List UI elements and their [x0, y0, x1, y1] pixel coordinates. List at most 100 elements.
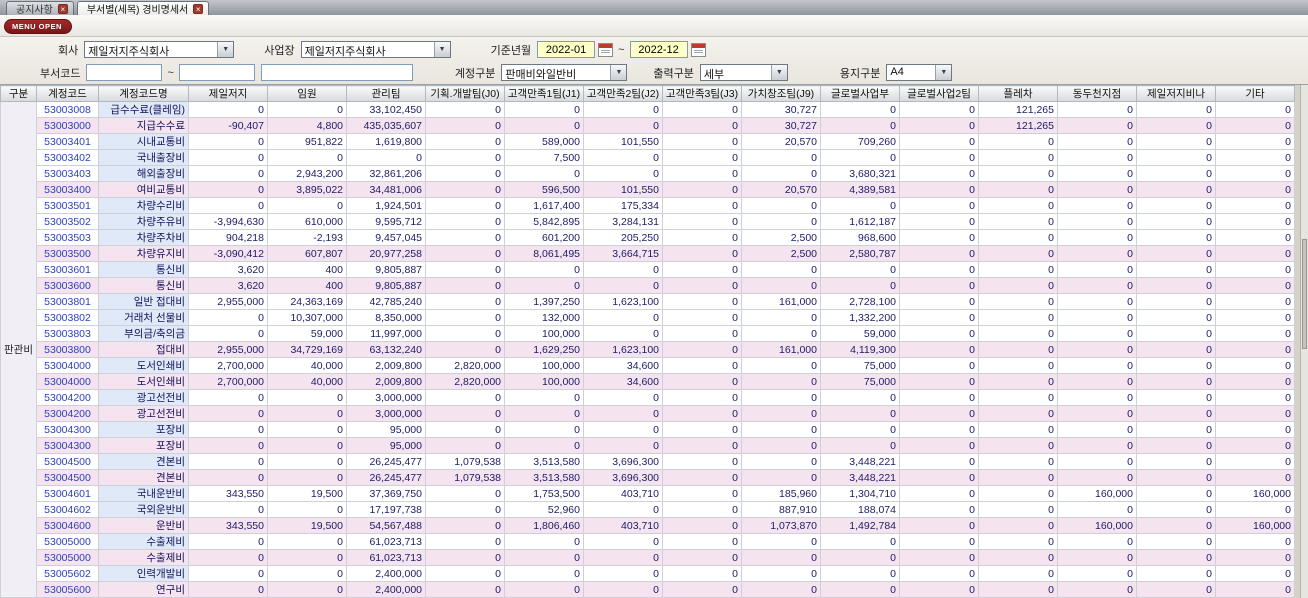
table-row[interactable]: 53003503 차량주차비 904,218 -2,193 9,457,045 0 601,…	[0, 229, 1295, 246]
cell-account-code: 53004500	[36, 453, 99, 470]
table-row[interactable]: 53005602 인력개발비 0 0 2,400,000 0 0 0 0 0 0 0 0 0 0 0	[0, 565, 1295, 582]
column-header[interactable]: 글로벌사업2팀	[899, 85, 979, 102]
column-header[interactable]: 임원	[267, 85, 347, 102]
table-row[interactable]: 53005000 수출제비 0 0 61,023,713 0 0 0 0 0 0 0 0 0 0 0	[0, 533, 1295, 550]
cell-amount: 0	[741, 213, 821, 230]
account-type-select[interactable]: 판매비와일반비 ▼	[501, 64, 628, 81]
table-row[interactable]: 판관비 53003008 급수수료(클레임) 0 0 33,102,450 0 0 0 0 30,7…	[0, 101, 1295, 598]
column-header[interactable]: 기타	[1215, 85, 1295, 102]
table-row[interactable]: 53005600 연구비 0 0 2,400,000 0 0 0 0 0 0 0 0 0 0 0	[0, 581, 1295, 598]
cell-amount: 0	[978, 341, 1058, 358]
column-header[interactable]: 제일저지	[188, 85, 268, 102]
table-row[interactable]: 53004300 포장비 0 0 95,000 0 0 0 0 0 0 0 0 0 0 0	[0, 437, 1295, 454]
tab-expense-report[interactable]: 부서별(세목) 경비명세서 ×	[76, 1, 210, 16]
table-row[interactable]: 53003402 국내출장비 0 0 0 0 7,500 0 0 0 0 0 0 0 0 0	[0, 149, 1295, 166]
cell-amount: 0	[425, 181, 505, 198]
cell-account-name: 도서인쇄비	[98, 357, 189, 374]
calendar-icon[interactable]	[598, 42, 614, 57]
close-icon[interactable]: ×	[57, 3, 68, 14]
table-row[interactable]: 53004600 운반비 343,550 19,500 54,567,488 0 1,806…	[0, 517, 1295, 534]
table-row[interactable]: 53004200 광고선전비 0 0 3,000,000 0 0 0 0 0 0 0 0 0 0 0	[0, 389, 1295, 406]
cell-amount: 3,696,300	[583, 469, 663, 486]
table-row[interactable]: 53004602 국외운반비 0 0 17,197,738 0 52,960 0 0 887,91…	[0, 501, 1295, 518]
table-row[interactable]: 53003501 차량수리비 0 0 1,924,501 0 1,617,400 175,33…	[0, 197, 1295, 214]
table-row[interactable]: 53004000 도서인쇄비 2,700,000 40,000 2,009,800 2,8…	[0, 373, 1295, 390]
cell-amount: 400	[267, 277, 347, 294]
cell-amount: 34,729,169	[267, 341, 347, 358]
cell-amount: 0	[662, 325, 742, 342]
calendar-icon[interactable]	[690, 42, 706, 57]
cell-amount: 9,805,887	[346, 277, 426, 294]
tab-notice[interactable]: 공지사항 ×	[6, 1, 74, 16]
output-type-select[interactable]: 세부 ▼	[699, 64, 788, 81]
cell-amount: 0	[504, 565, 584, 582]
cell-amount: 0	[1136, 341, 1216, 358]
table-row[interactable]: 53003601 통신비 3,620 400 9,805,887 0 0 0 0 0 0 0 0 0 0 0	[0, 261, 1295, 278]
cell-amount: 0	[504, 117, 584, 134]
scrollbar-thumb[interactable]	[1302, 238, 1307, 349]
cell-amount: 0	[662, 117, 742, 134]
vertical-scrollbar[interactable]	[1300, 85, 1308, 598]
cell-amount: 0	[662, 197, 742, 214]
cell-amount: 0	[583, 501, 663, 518]
table-row[interactable]: 53003600 통신비 3,620 400 9,805,887 0 0 0 0 0 0 0 0 0 0 0	[0, 277, 1295, 294]
period-from-input[interactable]	[537, 41, 596, 58]
table-row[interactable]: 53004500 견본비 0 0 26,245,477 1,079,538 3,513,58…	[0, 469, 1295, 486]
cell-account-code: 53005000	[36, 549, 99, 566]
table-row[interactable]: 53004601 국내운반비 343,550 19,500 37,369,750 0 1,7…	[0, 485, 1295, 502]
cell-amount: 17,197,738	[346, 501, 426, 518]
dept-to-input[interactable]	[178, 64, 255, 81]
table-row[interactable]: 53005000 수출제비 0 0 61,023,713 0 0 0 0 0 0 0 0 0 0 0	[0, 549, 1295, 566]
period-to-input[interactable]	[629, 41, 688, 58]
table-row[interactable]: 53003800 접대비 2,955,000 34,729,169 63,132,240…	[0, 341, 1295, 358]
column-header[interactable]: 고객만족2팀(J2)	[583, 85, 663, 102]
company-select[interactable]: 제일저지주식회사 ▼	[84, 41, 235, 58]
table-row[interactable]: 53003802 거래처 선물비 0 10,307,000 8,350,000 0 132,…	[0, 309, 1295, 326]
menu-open-button[interactable]: MENU OPEN	[4, 19, 72, 34]
cell-amount: 0	[978, 133, 1058, 150]
column-header[interactable]: 관리팀	[346, 85, 426, 102]
column-header[interactable]: 기획.개발팀(J0)	[425, 85, 505, 102]
column-header[interactable]: 계정코드명	[98, 85, 189, 102]
column-header[interactable]: 글로벌사업부	[820, 85, 900, 102]
column-header[interactable]: 제일저지비나	[1136, 85, 1216, 102]
column-header[interactable]: 동두천지점	[1057, 85, 1137, 102]
cell-amount: 951,822	[267, 133, 347, 150]
table-row[interactable]: 53003400 여비교통비 0 3,895,022 34,481,006 0 596,50…	[0, 181, 1295, 198]
column-header[interactable]: 가치창조팀(J9)	[741, 85, 821, 102]
dept-name-field[interactable]	[260, 64, 413, 81]
cell-amount: 0	[741, 325, 821, 342]
column-header[interactable]: 구분	[0, 85, 37, 102]
column-header[interactable]: 고객만족1팀(J1)	[504, 85, 584, 102]
cell-amount: 0	[425, 165, 505, 182]
column-header[interactable]: 계정코드	[36, 85, 99, 102]
table-row[interactable]: 53004300 포장비 0 0 95,000 0 0 0 0 0 0 0 0 0 0 0	[0, 421, 1295, 438]
cell-amount: 2,955,000	[188, 293, 268, 310]
table-row[interactable]: 53003000 지급수수료 -90,407 4,800 435,035,607 0 0 0 0…	[0, 117, 1295, 134]
cell-amount: 2,500	[741, 229, 821, 246]
table-row[interactable]: 53003500 차량유지비 -3,090,412 607,807 20,977,258…	[0, 245, 1295, 262]
table-row[interactable]: 53004200 광고선전비 0 0 3,000,000 0 0 0 0 0 0 0 0 0 0 0	[0, 405, 1295, 422]
cell-amount: 0	[741, 437, 821, 454]
cell-amount: 0	[899, 533, 979, 550]
column-header[interactable]: 고객만족3팀(J3)	[662, 85, 742, 102]
table-row[interactable]: 53004500 견본비 0 0 26,245,477 1,079,538 3,513,58…	[0, 453, 1295, 470]
filter-row-1: 회사 제일저지주식회사 ▼ 사업장 제일저지주식회사 ▼ 기준년월 ~	[0, 38, 1308, 61]
dept-from-input[interactable]	[86, 64, 163, 81]
column-header[interactable]: 플레차	[978, 85, 1058, 102]
paper-type-select[interactable]: A4 ▼	[886, 64, 953, 81]
cell-amount: 0	[425, 405, 505, 422]
cell-amount: 596,500	[504, 181, 584, 198]
table-row[interactable]: 53003502 차량주유비 -3,994,630 610,000 9,595,712 0…	[0, 213, 1295, 230]
table-row[interactable]: 53003401 시내교통비 0 951,822 1,619,800 0 589,000 10…	[0, 133, 1295, 150]
close-icon[interactable]: ×	[193, 3, 204, 14]
cell-amount: 0	[1057, 389, 1137, 406]
cell-amount: 0	[267, 453, 347, 470]
cell-amount: 0	[1057, 117, 1137, 134]
table-row[interactable]: 53003403 해외출장비 0 2,943,200 32,861,206 0 0 0 0 0 3,…	[0, 165, 1295, 182]
cell-amount: 1,806,460	[504, 517, 584, 534]
site-select[interactable]: 제일저지주식회사 ▼	[300, 41, 451, 58]
table-row[interactable]: 53004000 도서인쇄비 2,700,000 40,000 2,009,800 2,8…	[0, 357, 1295, 374]
table-row[interactable]: 53003803 부의금/축의금 0 59,000 11,997,000 0 100,000…	[0, 325, 1295, 342]
table-row[interactable]: 53003801 일반 접대비 2,955,000 24,363,169 42,785,…	[0, 293, 1295, 310]
